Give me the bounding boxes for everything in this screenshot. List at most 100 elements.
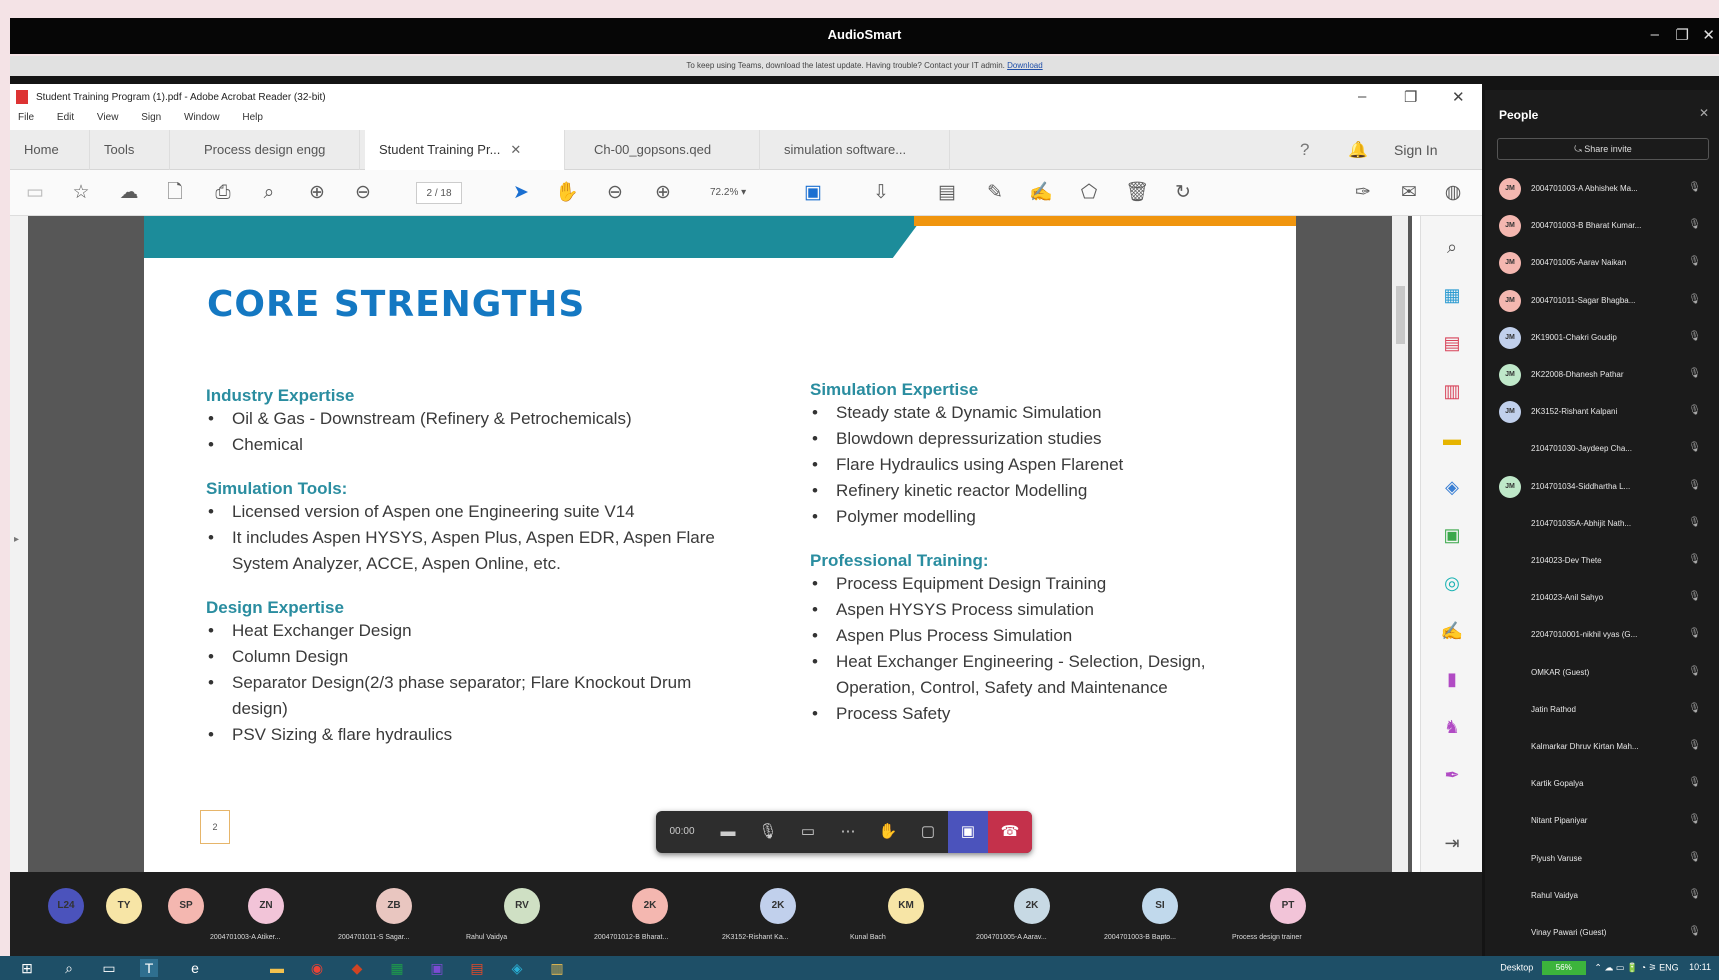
participant-row[interactable]: Rahul Vaidya 🎙 xyxy=(1499,883,1709,909)
scan-icon[interactable]: ◎ xyxy=(1439,570,1465,596)
document-viewport[interactable]: CORE STRENGTHS Industry Expertise Oil & … xyxy=(28,216,1412,872)
next-page-icon[interactable]: ⊖ xyxy=(350,180,376,206)
chat-icon[interactable]: ▢ xyxy=(908,811,948,853)
menu-window[interactable]: Window xyxy=(184,112,220,123)
document-icon[interactable]: 🗋 xyxy=(162,180,188,206)
page-number-input[interactable]: 2 / 18 xyxy=(416,182,462,204)
acrobat-taskbar-icon[interactable]: ▤ xyxy=(468,959,486,977)
close-people-icon[interactable]: ✕ xyxy=(1699,106,1709,120)
tab-home[interactable]: Home xyxy=(10,130,90,170)
left-panel-toggle[interactable]: ▸ xyxy=(10,216,28,872)
more-options-icon[interactable]: ⋯ xyxy=(828,811,868,853)
collapse-pane-icon[interactable]: ⇥ xyxy=(1439,830,1465,856)
upload-cloud-icon[interactable]: ☁ xyxy=(116,180,142,206)
tab-simulation-software[interactable]: simulation software... xyxy=(770,130,950,170)
participant-tile[interactable]: TY xyxy=(98,878,148,952)
participant-row[interactable]: 2104701030-Jaydeep Cha... 🎙 xyxy=(1499,436,1709,462)
share-invite-button[interactable]: ⤿ Share invite xyxy=(1497,138,1709,160)
menu-file[interactable]: File xyxy=(18,112,34,123)
participant-row[interactable]: Vinay Pawari (Guest) 🎙 xyxy=(1499,920,1709,946)
folder-icon[interactable]: ▬ xyxy=(708,811,748,853)
participant-row[interactable]: 2104701035A-Abhijit Nath... 🎙 xyxy=(1499,511,1709,537)
task-view-icon[interactable]: ▭ xyxy=(100,959,118,977)
menu-edit[interactable]: Edit xyxy=(57,112,74,123)
participant-row[interactable]: JM 2004701003-B Bharat Kumar... 🎙 xyxy=(1499,213,1709,239)
more-tools-icon[interactable]: ✒ xyxy=(1439,762,1465,788)
save-icon[interactable]: ▭ xyxy=(22,180,48,206)
menu-view[interactable]: View xyxy=(97,112,119,123)
select-cursor-icon[interactable]: ➤ xyxy=(508,180,534,206)
tab-ch00[interactable]: Ch-00_gopsons.qed xyxy=(580,130,760,170)
scroll-mode-icon[interactable]: ⇩ xyxy=(868,180,894,206)
export-pdf-icon[interactable]: ▥ xyxy=(1439,378,1465,404)
participant-row[interactable]: JM 2K22008-Dhanesh Pathar 🎙 xyxy=(1499,362,1709,388)
participant-row[interactable]: Kalmarkar Dhruv Kirtan Mah... 🎙 xyxy=(1499,734,1709,760)
tray-icons[interactable]: ⌃ ☁ ▭ 🔋 ◔ ⚞ xyxy=(1594,962,1656,972)
language-indicator[interactable]: ENG xyxy=(1659,962,1679,972)
share-screen-icon[interactable]: ▣ xyxy=(948,811,988,853)
scrollbar-thumb[interactable] xyxy=(1396,286,1405,344)
comment-icon[interactable]: ▤ xyxy=(934,180,960,206)
chrome-taskbar-icon[interactable]: ◉ xyxy=(308,959,326,977)
menu-sign[interactable]: Sign xyxy=(141,112,161,123)
fill-sign-icon[interactable]: ✑ xyxy=(1350,180,1376,206)
acrobat-minimize-icon[interactable]: – xyxy=(1358,88,1366,105)
teams-taskbar-icon[interactable]: T xyxy=(140,959,158,977)
app-taskbar-icon[interactable]: ◈ xyxy=(508,959,526,977)
participant-row[interactable]: Jatin Rathod 🎙 xyxy=(1499,697,1709,723)
help-icon[interactable]: ? xyxy=(1300,140,1309,160)
tab-process-design[interactable]: Process design engg xyxy=(190,130,360,170)
update-notice-link[interactable]: Download xyxy=(1007,61,1043,70)
clock[interactable]: 10:11 xyxy=(1689,962,1711,972)
participant-row[interactable]: JM 2004701011-Sagar Bhagba... 🎙 xyxy=(1499,288,1709,314)
participant-row[interactable]: JM 2K3152-Rishant Kalpani 🎙 xyxy=(1499,399,1709,425)
search-taskbar-icon[interactable]: ⌕ xyxy=(60,959,78,977)
participant-tile[interactable]: PT Process design trainer xyxy=(1232,878,1382,952)
tab-close-icon[interactable]: ✕ xyxy=(510,142,521,157)
raise-hand-icon[interactable]: ✋ xyxy=(868,811,908,853)
sign-in-button[interactable]: Sign In xyxy=(1394,142,1438,158)
hand-icon[interactable]: ✋ xyxy=(554,180,580,206)
zoom-search-icon[interactable]: ⌕ xyxy=(1439,234,1465,260)
print-icon[interactable]: ⎙ xyxy=(210,180,236,206)
pen-icon[interactable]: ✎ xyxy=(982,180,1008,206)
create-pdf-icon[interactable]: ▦ xyxy=(1439,282,1465,308)
camera-off-icon[interactable]: ▭ xyxy=(788,811,828,853)
fill-sign-tool-icon[interactable]: ✍ xyxy=(1439,618,1465,644)
close-icon[interactable]: ✕ xyxy=(1702,26,1715,44)
prev-page-icon[interactable]: ⊕ xyxy=(304,180,330,206)
protect-icon[interactable]: ▮ xyxy=(1439,666,1465,692)
comment-tool-icon[interactable]: ▬ xyxy=(1439,426,1465,452)
acrobat-restore-icon[interactable]: ❐ xyxy=(1404,88,1417,106)
participant-row[interactable]: JM 2K19001-Chakri Goudip 🎙 xyxy=(1499,325,1709,351)
participant-row[interactable]: 2104023-Dev Thete 🎙 xyxy=(1499,548,1709,574)
participant-row[interactable]: OMKAR (Guest) 🎙 xyxy=(1499,660,1709,686)
zoom-in-icon[interactable]: ⊕ xyxy=(650,180,676,206)
hang-up-icon[interactable]: ☎ xyxy=(988,811,1032,853)
notes-taskbar-icon[interactable]: ▥ xyxy=(548,959,566,977)
stamp-icon[interactable]: ⬠ xyxy=(1076,180,1102,206)
participant-tile[interactable]: SP xyxy=(160,878,210,952)
office-taskbar-icon[interactable]: ◆ xyxy=(348,959,366,977)
participant-row[interactable]: JM 2104701034-Siddhartha L... 🎙 xyxy=(1499,474,1709,500)
windows-start-icon[interactable]: ⊞ xyxy=(18,959,36,977)
maximize-icon[interactable]: ❐ xyxy=(1676,26,1689,44)
desktop-label[interactable]: Desktop xyxy=(1500,962,1533,972)
tab-tools[interactable]: Tools xyxy=(90,130,170,170)
rotate-icon[interactable]: ↻ xyxy=(1170,180,1196,206)
menu-help[interactable]: Help xyxy=(242,112,263,123)
delete-icon[interactable]: 🗑 xyxy=(1124,180,1150,206)
search-icon[interactable]: ⌕ xyxy=(256,180,282,206)
battery-indicator[interactable]: 56% xyxy=(1541,961,1586,975)
participant-row[interactable]: Piyush Varuse 🎙 xyxy=(1499,846,1709,872)
email-icon[interactable]: ✉ xyxy=(1396,180,1422,206)
minimize-icon[interactable]: – xyxy=(1651,26,1659,43)
compress-icon[interactable]: ▣ xyxy=(1439,522,1465,548)
participant-row[interactable]: JM 2004701005-Aarav Naikan 🎙 xyxy=(1499,250,1709,276)
star-icon[interactable]: ☆ xyxy=(68,180,94,206)
explorer-taskbar-icon[interactable]: ▬ xyxy=(268,959,286,977)
acrobat-close-icon[interactable]: ✕ xyxy=(1452,88,1465,106)
mic-off-icon[interactable]: 🎙 xyxy=(748,811,788,853)
account-icon[interactable]: ◍ xyxy=(1440,180,1466,206)
edge-taskbar-icon[interactable]: e xyxy=(186,959,204,977)
